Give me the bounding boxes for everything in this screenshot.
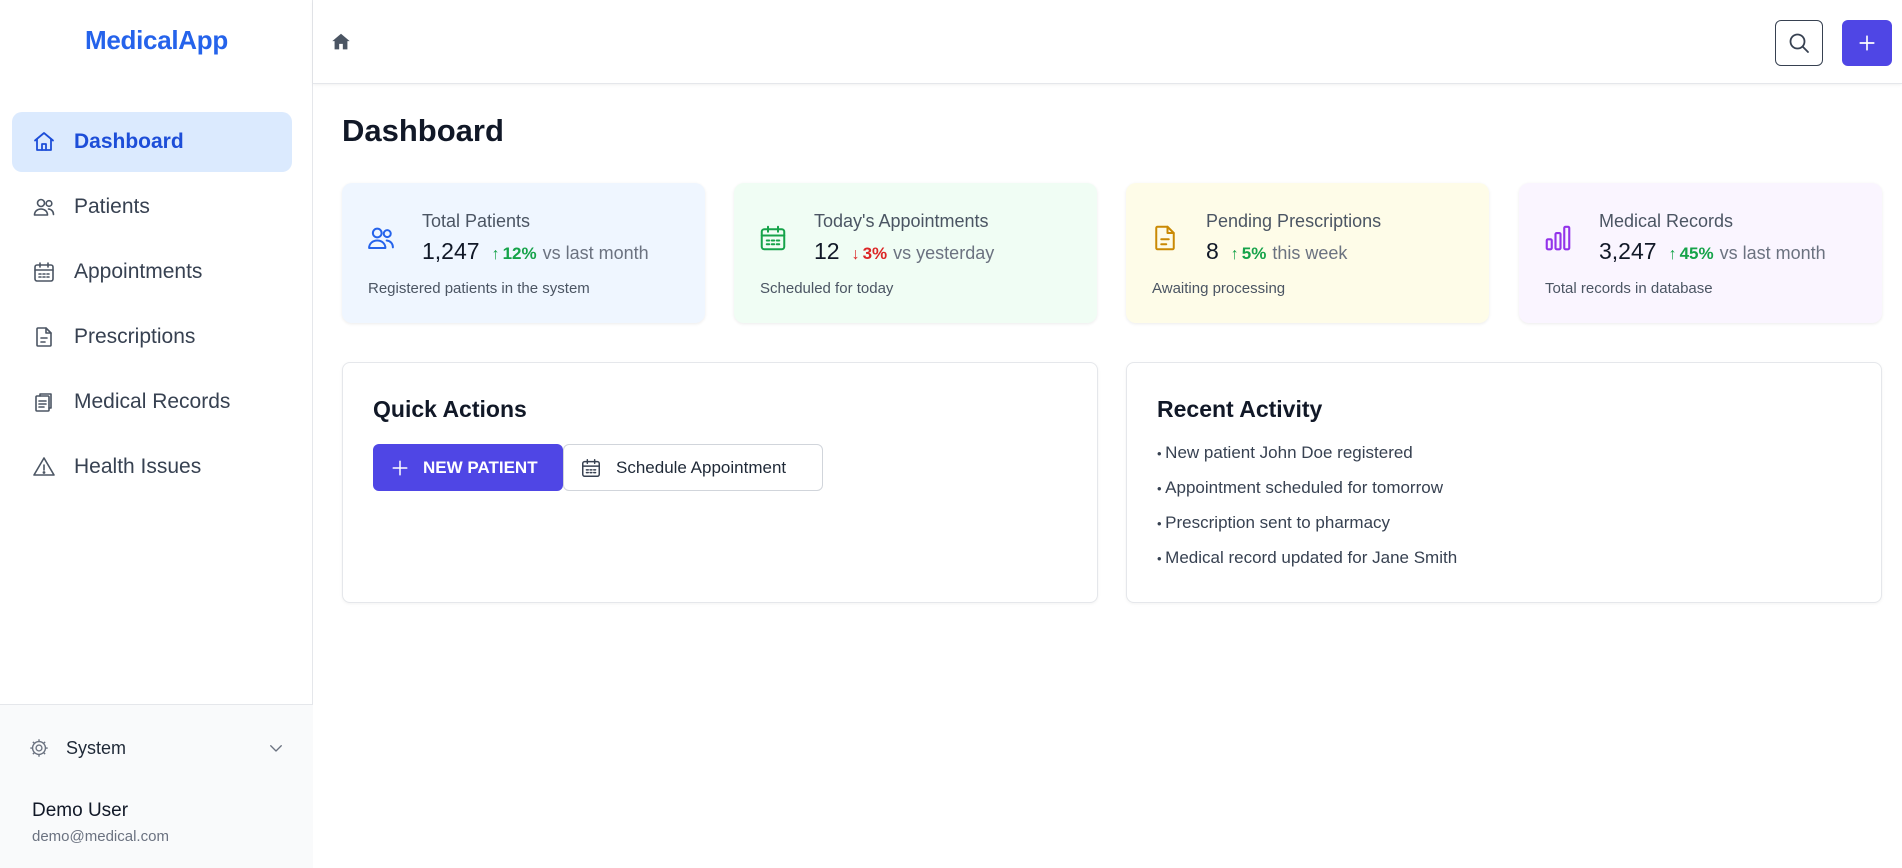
stat-change: 45% <box>1679 244 1714 263</box>
sidebar-item-appointments[interactable]: Appointments <box>12 242 292 302</box>
home-icon <box>32 130 56 154</box>
plus-icon <box>391 459 409 477</box>
panel-title: Quick Actions <box>373 396 527 422</box>
stat-comparison: vs last month <box>1719 243 1826 263</box>
plus-icon <box>1858 34 1876 52</box>
stat-comparison: vs yesterday <box>893 243 995 263</box>
top-header <box>313 0 1902 84</box>
stat-title: Medical Records <box>1599 211 1734 231</box>
stat-card-total-patients[interactable]: Total Patients 1,247 ↑ 12% vs last month… <box>342 183 705 323</box>
sidebar-item-health-issues[interactable]: Health Issues <box>12 437 292 497</box>
stat-value: 8 <box>1206 238 1219 264</box>
stat-card-medical-records[interactable]: Medical Records 3,247 ↑ 45% vs last mont… <box>1519 183 1882 323</box>
stat-change: 12% <box>502 244 537 263</box>
home-icon[interactable] <box>330 31 352 53</box>
list-item: New patient John Doe registered <box>1157 443 1457 478</box>
user-email: demo@medical.com <box>32 828 169 845</box>
sidebar-item-label: Medical Records <box>74 390 231 413</box>
file-text-icon <box>1150 223 1180 253</box>
button-label: Schedule Appointment <box>616 457 787 477</box>
users-icon <box>366 223 396 253</box>
calendar-icon <box>758 223 788 253</box>
system-label: System <box>66 737 127 758</box>
button-label: NEW PATIENT <box>423 457 538 477</box>
sidebar-item-label: Prescriptions <box>74 325 196 348</box>
sidebar-item-label: Patients <box>74 195 150 218</box>
users-icon <box>32 195 56 219</box>
bar-chart-icon <box>1543 223 1573 253</box>
stat-card-pending-prescriptions[interactable]: Pending Prescriptions 8 ↑ 5% this week A… <box>1126 183 1489 323</box>
sidebar: MedicalApp Dashboard Patients Appointmen… <box>0 0 313 868</box>
stat-description: Awaiting processing <box>1152 280 1286 297</box>
sidebar-item-label: Dashboard <box>74 130 184 153</box>
sidebar-item-medical-records[interactable]: Medical Records <box>12 372 292 432</box>
calendar-icon <box>32 260 56 284</box>
stat-change: 5% <box>1241 244 1267 263</box>
gear-icon <box>28 737 50 759</box>
calendar-icon <box>580 457 602 479</box>
list-item: Prescription sent to pharmacy <box>1157 513 1457 548</box>
stat-title: Pending Prescriptions <box>1206 211 1382 231</box>
sidebar-footer: System Demo User demo@medical.com <box>0 704 313 868</box>
sidebar-item-dashboard[interactable]: Dashboard <box>12 112 292 172</box>
clipboard-icon <box>32 390 56 414</box>
page-title: Dashboard <box>342 113 504 148</box>
alert-triangle-icon <box>32 455 56 479</box>
trend-up-icon: ↑ <box>491 246 500 263</box>
stat-description: Scheduled for today <box>760 280 894 297</box>
sidebar-nav: Dashboard Patients Appointments Prescrip… <box>12 112 292 502</box>
stat-description: Registered patients in the system <box>368 280 590 297</box>
stat-description: Total records in database <box>1545 280 1713 297</box>
new-patient-button[interactable]: NEW PATIENT <box>373 444 563 491</box>
user-name: Demo User <box>32 800 129 821</box>
chevron-down-icon <box>267 739 285 757</box>
sidebar-item-patients[interactable]: Patients <box>12 177 292 237</box>
trend-up-icon: ↑ <box>1230 246 1239 263</box>
sidebar-item-prescriptions[interactable]: Prescriptions <box>12 307 292 367</box>
add-button[interactable] <box>1842 20 1892 66</box>
activity-list: New patient John Doe registered Appointm… <box>1157 443 1457 583</box>
sidebar-item-label: Appointments <box>74 260 203 283</box>
search-button[interactable] <box>1775 20 1823 66</box>
file-text-icon <box>32 325 56 349</box>
stat-value: 12 <box>814 238 840 264</box>
search-icon <box>1787 31 1811 55</box>
trend-down-icon: ↓ <box>851 246 860 263</box>
list-item: Medical record updated for Jane Smith <box>1157 548 1457 583</box>
stat-value: 1,247 <box>422 238 480 264</box>
panel-title: Recent Activity <box>1157 396 1323 422</box>
list-item: Appointment scheduled for tomorrow <box>1157 478 1457 513</box>
schedule-appointment-button[interactable]: Schedule Appointment <box>563 444 823 491</box>
stat-card-todays-appointments[interactable]: Today's Appointments 12 ↓ 3% vs yesterda… <box>734 183 1097 323</box>
stat-title: Total Patients <box>422 211 531 231</box>
sidebar-item-label: Health Issues <box>74 455 202 478</box>
trend-up-icon: ↑ <box>1668 246 1677 263</box>
app-logo[interactable]: MedicalApp <box>0 25 313 56</box>
stat-change: 3% <box>862 244 888 263</box>
quick-actions-panel: Quick Actions NEW PATIENT Schedule Appoi… <box>342 362 1098 603</box>
stat-value: 3,247 <box>1599 238 1657 264</box>
system-menu-toggle[interactable]: System <box>28 737 285 759</box>
stat-comparison: vs last month <box>542 243 649 263</box>
stat-title: Today's Appointments <box>814 211 989 231</box>
recent-activity-panel: Recent Activity New patient John Doe reg… <box>1126 362 1882 603</box>
stat-comparison: this week <box>1272 243 1348 263</box>
